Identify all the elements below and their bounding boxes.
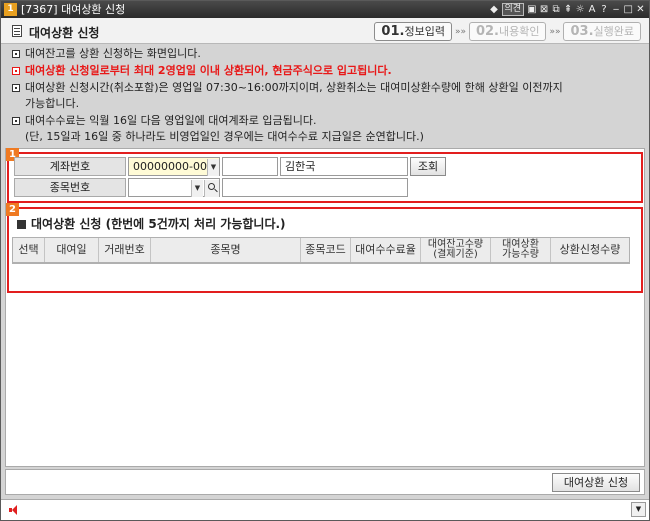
account-number-value: 00000000-00 (133, 160, 207, 173)
chevron-down-icon[interactable]: ▼ (191, 180, 203, 197)
column-header-repayable-qty[interactable]: 대여상환 가능수량 (491, 238, 551, 262)
step-content-check: 02.내용확인 (468, 22, 547, 41)
screen-header: 대여상환 신청 01.정보입력 »» 02.내용확인 »» 03.실행완료 (1, 18, 649, 44)
column-header-stock-code[interactable]: 종목코드 (301, 238, 351, 262)
step-execution-done: 03.실행완료 (563, 22, 641, 41)
square-icon (17, 220, 26, 229)
chevron-down-icon[interactable]: ▼ (207, 159, 219, 176)
note-text: 대여잔고를 상환 신청하는 화면입니다. (25, 47, 201, 60)
column-header-stock-name[interactable]: 종목명 (151, 238, 301, 262)
note-item-warning: 대여상환 신청일로부터 최대 2영업일 이내 상환되어, 현금주식으로 입고됩니… (9, 63, 641, 79)
stock-code-field[interactable]: ▼ (128, 178, 220, 197)
step-arrow-icon: »» (454, 26, 466, 37)
step-3-label: 실행완료 (593, 25, 634, 38)
account-section: 1 계좌번호 00000000-00 ▼ 김한국 조회 종목번호 ▼ (6, 148, 643, 203)
step-arrow-icon: »» (549, 26, 561, 37)
document-icon (12, 25, 22, 37)
step-2-number: 02. (475, 24, 499, 39)
column-header-trade-number[interactable]: 거래번호 (99, 238, 151, 262)
note-item: 대여상환 신청시간(취소포함)은 영업일 07:30~16:00까지이며, 상환… (9, 80, 641, 112)
step-info-input: 01.정보입력 (374, 22, 452, 41)
section-title-text: 대여상환 신청 (한번에 5건까지 처리 가능합니다.) (31, 217, 286, 231)
screen-title: 대여상환 신청 (29, 26, 100, 40)
bullet-icon (12, 84, 20, 92)
step-2-label: 내용확인 (498, 25, 540, 38)
note-item: 대여수수료는 익월 16일 다음 영업일에 대여계좌로 입금됩니다. (단, 1… (9, 113, 641, 145)
column-header-fee-rate[interactable]: 대여수수료율 (351, 238, 421, 262)
title-bar[interactable]: 1 [7367] 대여상환 신청 ◆ 의견 ▣ ⊠ ⧉ ⇞ ☼ A ? ‒ □ … (1, 1, 649, 18)
opinion-button[interactable]: 의견 (501, 3, 525, 16)
info-notes: 대여잔고를 상환 신청하는 화면입니다. 대여상환 신청일로부터 최대 2영업일… (9, 46, 641, 146)
chevron-down-icon[interactable]: ▼ (631, 502, 646, 517)
step-1-label: 정보입력 (404, 25, 445, 38)
column-header-loan-balance[interactable]: 대여잔고수량 (결제기준) (421, 238, 491, 262)
repayment-section: 2 대여상환 신청 (한번에 5건까지 처리 가능합니다.) 선택 대여일 거래… (6, 203, 643, 293)
window-title: [7367] 대여상환 신청 (21, 3, 126, 16)
grid-header: 선택 대여일 거래번호 종목명 종목코드 대여수수료율 대여잔고수량 (결제기준)… (13, 238, 629, 263)
note-item: 대여잔고를 상환 신청하는 화면입니다. (9, 46, 641, 62)
print-icon[interactable]: ▣ (527, 2, 536, 17)
column-header-line: (결제기준) (433, 249, 478, 260)
search-icon[interactable] (204, 180, 219, 197)
column-header-request-qty[interactable]: 상환신청수량 (551, 238, 629, 262)
repayment-grid[interactable]: 선택 대여일 거래번호 종목명 종목코드 대여수수료율 대여잔고수량 (결제기준)… (12, 237, 630, 264)
repayment-submit-button[interactable]: 대여상환 신청 (552, 473, 640, 492)
note-text: 대여상환 신청시간(취소포함)은 영업일 07:30~16:00까지이며, 상환… (25, 81, 563, 94)
step-1-number: 01. (381, 24, 405, 39)
excel-icon[interactable]: ⊠ (540, 2, 549, 17)
note-text: 대여수수료는 익월 16일 다음 영업일에 대여계좌로 입금됩니다. (25, 114, 317, 127)
note-text-continued: 가능합니다. (25, 97, 80, 110)
note-text-continued: (단, 15일과 16일 중 하나라도 비영업일인 경우에는 대여수수료 지급일… (25, 130, 424, 143)
note-text: 대여상환 신청일로부터 최대 2영업일 이내 상환되어, 현금주식으로 입고됩니… (25, 64, 392, 77)
column-header-select[interactable]: 선택 (13, 238, 45, 262)
app-icon: 1 (4, 3, 17, 16)
bullet-icon (12, 67, 20, 75)
main-panel: 1 계좌번호 00000000-00 ▼ 김한국 조회 종목번호 ▼ 2 대여상… (5, 148, 645, 467)
step-3-number: 03. (570, 24, 594, 39)
title-tools: ◆ 의견 ▣ ⊠ ⧉ ⇞ ☼ A ? ‒ □ ✕ (490, 2, 645, 17)
stock-label: 종목번호 (14, 178, 126, 197)
status-bar: ▼ (1, 499, 649, 520)
copy-icon[interactable]: ⧉ (552, 2, 561, 17)
column-header-loan-date[interactable]: 대여일 (45, 238, 99, 262)
settings-icon[interactable]: ☼ (576, 2, 585, 17)
account-name-field: 김한국 (280, 157, 408, 176)
font-size-icon[interactable]: A (588, 2, 597, 17)
maximize-icon[interactable]: □ (624, 2, 633, 17)
account-number-field[interactable]: 00000000-00 ▼ (128, 157, 220, 176)
step-indicator: 01.정보입력 »» 02.내용확인 »» 03.실행완료 (374, 22, 641, 41)
speaker-icon[interactable] (9, 505, 19, 515)
bullet-icon (12, 117, 20, 125)
app-window: 1 [7367] 대여상환 신청 ◆ 의견 ▣ ⊠ ⧉ ⇞ ☼ A ? ‒ □ … (0, 0, 650, 521)
password-field[interactable] (222, 157, 278, 176)
section-title: 대여상환 신청 (한번에 5건까지 처리 가능합니다.) (17, 215, 286, 232)
column-header-line: 가능수량 (502, 249, 539, 260)
close-icon[interactable]: ✕ (636, 2, 645, 17)
stock-name-field (222, 178, 408, 197)
bullet-icon (12, 50, 20, 58)
minimize-icon[interactable]: ‒ (612, 2, 621, 17)
pin-icon[interactable]: ⇞ (564, 2, 573, 17)
help-icon[interactable]: ? (600, 2, 609, 17)
action-bar: 대여상환 신청 (5, 469, 645, 495)
account-label: 계좌번호 (14, 157, 126, 176)
link-icon[interactable]: ◆ (490, 2, 499, 17)
lookup-button[interactable]: 조회 (410, 157, 446, 176)
